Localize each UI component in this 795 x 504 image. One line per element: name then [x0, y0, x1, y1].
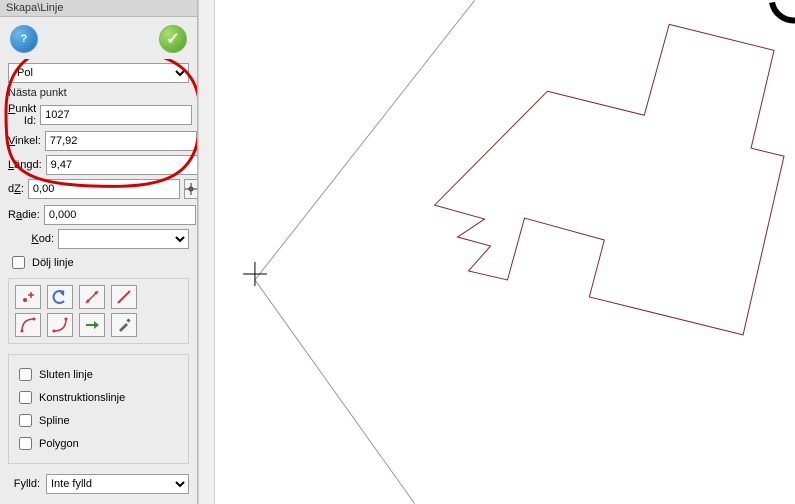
sluten-linje-checkbox[interactable] [19, 368, 32, 381]
konstruktionslinje-checkbox[interactable] [19, 391, 32, 404]
arc-icon [20, 317, 36, 333]
edit-line-icon [84, 289, 100, 305]
tool-arc[interactable] [15, 313, 41, 337]
kod-combo[interactable] [58, 229, 189, 249]
tool-picker[interactable] [111, 313, 137, 337]
polygon-label: Polygon [39, 438, 79, 450]
punkt-id-input[interactable] [40, 105, 192, 125]
help-button[interactable]: ? [10, 25, 38, 53]
panel-scrollbar[interactable] [198, 0, 214, 504]
top-button-row: ? ✓ [0, 17, 197, 59]
langd-label: Längd: [8, 159, 42, 171]
hide-line-checkbox[interactable] [12, 256, 25, 269]
side-panel: Skapa\Linje ? ✓ Pol Nästa punkt PPunkt I… [0, 0, 198, 504]
canvas-svg [215, 0, 795, 504]
next-point-label: Nästa punkt [8, 87, 189, 99]
corner-mark [772, 2, 795, 20]
mode-combo[interactable]: Pol [8, 63, 189, 83]
add-point-icon [20, 289, 36, 305]
tool-edit-line[interactable] [79, 285, 105, 309]
dz-input[interactable] [28, 179, 180, 199]
drawing-canvas[interactable] [214, 0, 795, 504]
kod-label: Kod: [8, 233, 54, 245]
tool-continue[interactable] [79, 313, 105, 337]
radie-label: Radie: [8, 209, 40, 221]
polygon-shape [435, 24, 784, 334]
tool-add-point[interactable] [15, 285, 41, 309]
sluten-linje-label: Sluten linje [39, 369, 93, 381]
vinkel-label: Vinkel: [8, 135, 41, 147]
ok-button[interactable]: ✓ [159, 25, 187, 53]
continue-icon [84, 317, 100, 333]
punkt-id-label: PPunkt Id:unkt Id: [8, 103, 36, 127]
eyedropper-icon [116, 317, 132, 333]
check-icon: ✓ [166, 29, 179, 49]
panel-title: Skapa\Linje [0, 0, 197, 17]
dz-pick-button[interactable] [184, 179, 197, 199]
fylld-combo[interactable]: Inte fylld [46, 474, 189, 494]
tool-undo[interactable] [47, 285, 73, 309]
tool-line[interactable] [111, 285, 137, 309]
fylld-label: Fylld: [8, 478, 40, 490]
dz-label: dZ: [8, 183, 24, 195]
cursor-crosshair [243, 262, 267, 286]
tool-arc2[interactable] [47, 313, 73, 337]
konstruktionslinje-label: Konstruktionslinje [39, 392, 125, 404]
langd-input[interactable] [46, 155, 197, 175]
spline-checkbox[interactable] [19, 414, 32, 427]
radie-input[interactable] [44, 205, 196, 225]
vinkel-input[interactable] [45, 131, 197, 151]
arc2-icon [52, 317, 68, 333]
line-icon [116, 289, 132, 305]
options-box: Sluten linje Konstruktionslinje Spline P… [8, 354, 189, 464]
spline-label: Spline [39, 415, 70, 427]
tool-palette [8, 278, 189, 344]
panel-body: Pol Nästa punkt PPunkt Id:unkt Id: Vinke… [0, 59, 197, 502]
hide-line-label: Dölj linje [32, 257, 74, 269]
help-icon: ? [21, 33, 28, 45]
crosshair-icon [185, 183, 197, 195]
undo-icon [52, 289, 68, 305]
polygon-checkbox[interactable] [19, 437, 32, 450]
